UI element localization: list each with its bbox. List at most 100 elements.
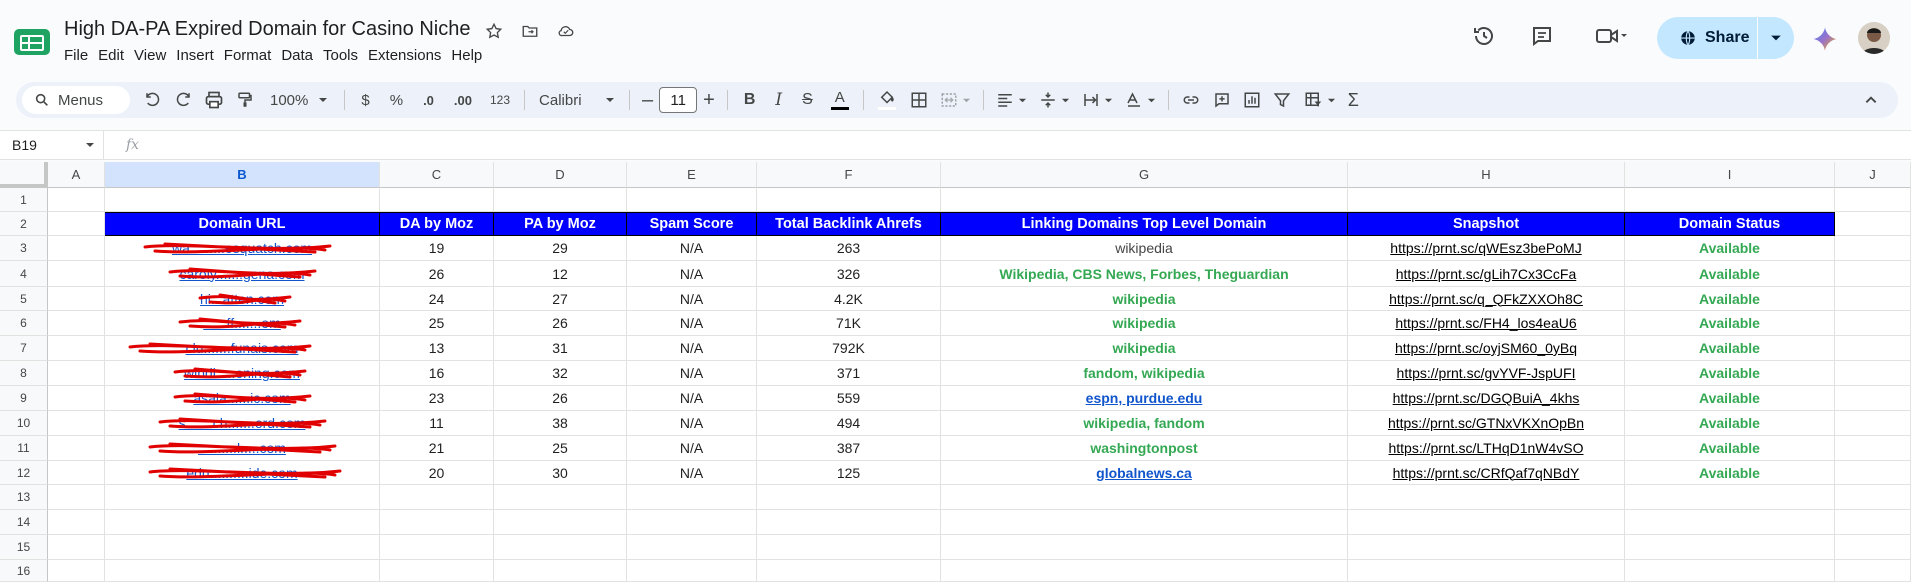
table-row-tld-text[interactable]: espn, purdue.edu — [1086, 390, 1203, 406]
cell[interactable] — [380, 485, 494, 510]
cell[interactable] — [627, 535, 757, 560]
decrease-font-size-icon[interactable]: – — [636, 86, 659, 114]
table-row-url[interactable]: hi...atten.com — [105, 287, 380, 311]
row-header-10[interactable]: 10 — [0, 411, 48, 436]
table-row-tld[interactable]: wikipedia — [941, 311, 1348, 336]
cell[interactable] — [105, 535, 380, 560]
cell[interactable] — [494, 560, 627, 582]
table-row-url[interactable]: ..........l.....com — [105, 436, 380, 461]
menu-view[interactable]: View — [134, 47, 174, 64]
table-row-spam[interactable]: N/A — [627, 436, 757, 461]
table-row-backlinks[interactable]: 494 — [757, 411, 941, 436]
functions-icon[interactable]: Σ — [1342, 86, 1365, 114]
cell[interactable] — [494, 485, 627, 510]
gemini-icon[interactable] — [1812, 26, 1838, 52]
row-header-3[interactable]: 3 — [0, 236, 48, 261]
cell[interactable] — [48, 236, 105, 261]
table-row-pa[interactable]: 26 — [494, 386, 627, 411]
font-size-input[interactable]: 11 — [659, 87, 698, 113]
cell[interactable] — [1835, 212, 1911, 236]
name-box[interactable]: B19 — [0, 130, 104, 160]
cell[interactable] — [627, 485, 757, 510]
menu-data[interactable]: Data — [281, 47, 321, 64]
cell[interactable] — [1835, 361, 1911, 386]
table-row-url[interactable]: s.......ch.......ord.com — [105, 411, 380, 436]
cell[interactable] — [494, 188, 627, 212]
decrease-decimal-button[interactable]: .0 — [413, 86, 444, 114]
table-row-tld[interactable]: wikipedia — [941, 287, 1348, 311]
table-row-da[interactable]: 21 — [380, 436, 494, 461]
table-row-da[interactable]: 19 — [380, 236, 494, 261]
table-row-url-text[interactable]: ..........l.....com — [198, 440, 286, 456]
table-row-snapshot[interactable]: https://prnt.sc/GTNxVKXnOpBn — [1348, 411, 1625, 436]
italic-icon[interactable]: I — [765, 86, 792, 114]
row-header-8[interactable]: 8 — [0, 361, 48, 386]
table-row-snapshot[interactable]: https://prnt.sc/q_QFkZXXOh8C — [1348, 287, 1625, 311]
undo-icon[interactable] — [138, 86, 168, 114]
borders-icon[interactable] — [904, 86, 934, 114]
table-row-url-text[interactable]: edu..........ide.com — [186, 465, 297, 481]
share-button[interactable]: Share — [1657, 17, 1794, 59]
text-wrapping-icon[interactable] — [1076, 86, 1119, 114]
table-row-url-text[interactable]: windi.....oning.com — [184, 365, 300, 381]
cell[interactable] — [48, 287, 105, 311]
row-header-14[interactable]: 14 — [0, 510, 48, 535]
table-row-snapshot-text[interactable]: https://prnt.sc/CRfQaf7qNBdY — [1393, 465, 1580, 481]
cell[interactable] — [1625, 485, 1835, 510]
table-row-status[interactable]: Available — [1625, 311, 1835, 336]
menu-tools[interactable]: Tools — [323, 47, 366, 64]
cell[interactable] — [48, 560, 105, 582]
column-header-a[interactable]: A — [48, 162, 105, 188]
table-row-tld[interactable]: washingtonpost — [941, 436, 1348, 461]
cell[interactable] — [1348, 510, 1625, 535]
table-row-tld[interactable]: wikipedia — [941, 336, 1348, 361]
cell[interactable] — [1835, 461, 1911, 485]
column-header-f[interactable]: F — [757, 162, 941, 188]
table-row-snapshot[interactable]: https://prnt.sc/DGQBuiA_4khs — [1348, 386, 1625, 411]
cell[interactable] — [757, 188, 941, 212]
cell[interactable] — [941, 510, 1348, 535]
column-header-i[interactable]: I — [1625, 162, 1835, 188]
column-header-h[interactable]: H — [1348, 162, 1625, 188]
cell[interactable] — [380, 560, 494, 582]
table-row-url[interactable]: caroly.......gena.com — [105, 261, 380, 287]
table-row-snapshot[interactable]: https://prnt.sc/gvYVF-JspUFI — [1348, 361, 1625, 386]
move-folder-icon[interactable] — [519, 20, 541, 42]
redo-icon[interactable] — [168, 86, 198, 114]
vertical-align-icon[interactable] — [1033, 86, 1076, 114]
table-row-snapshot[interactable]: https://prnt.sc/FH4_los4eaU6 — [1348, 311, 1625, 336]
table-row-tld[interactable]: fandom, wikipedia — [941, 361, 1348, 386]
table-row-pa[interactable]: 25 — [494, 436, 627, 461]
table-row-pa[interactable]: 27 — [494, 287, 627, 311]
table-header-cell[interactable]: DA by Moz — [380, 212, 494, 236]
cell[interactable] — [48, 386, 105, 411]
column-header-d[interactable]: D — [494, 162, 627, 188]
table-row-url[interactable]: windi.....oning.com — [105, 361, 380, 386]
comments-icon[interactable] — [1528, 22, 1556, 50]
table-row-spam[interactable]: N/A — [627, 236, 757, 261]
table-row-spam[interactable]: N/A — [627, 411, 757, 436]
table-row-status[interactable]: Available — [1625, 261, 1835, 287]
table-row-snapshot[interactable]: https://prnt.sc/oyjSM60_0yBq — [1348, 336, 1625, 361]
table-row-url-text[interactable]: caroly.......gena.com — [179, 266, 304, 282]
zoom-select[interactable]: 100% — [260, 86, 338, 114]
table-row-snapshot[interactable]: https://prnt.sc/LTHqD1nW4vSO — [1348, 436, 1625, 461]
format-currency-button[interactable]: $ — [351, 86, 379, 114]
table-row-backlinks[interactable]: 792K — [757, 336, 941, 361]
table-row-spam[interactable]: N/A — [627, 311, 757, 336]
cell[interactable] — [1835, 386, 1911, 411]
cell[interactable] — [627, 560, 757, 582]
row-header-13[interactable]: 13 — [0, 485, 48, 510]
strikethrough-icon[interactable]: S — [792, 86, 823, 114]
table-row-status[interactable]: Available — [1625, 436, 1835, 461]
table-row-tld[interactable]: wikipedia, fandom — [941, 411, 1348, 436]
table-row-url-text[interactable]: clu.......funais.com — [186, 340, 299, 356]
cell[interactable] — [1625, 510, 1835, 535]
cell[interactable] — [48, 436, 105, 461]
row-header-4[interactable]: 4 — [0, 261, 48, 287]
table-row-backlinks[interactable]: 71K — [757, 311, 941, 336]
cell[interactable] — [1835, 336, 1911, 361]
table-header-cell[interactable]: Domain URL — [105, 212, 380, 236]
collapse-menus-icon[interactable] — [1858, 86, 1884, 114]
table-row-snapshot-text[interactable]: https://prnt.sc/oyjSM60_0yBq — [1395, 340, 1577, 356]
